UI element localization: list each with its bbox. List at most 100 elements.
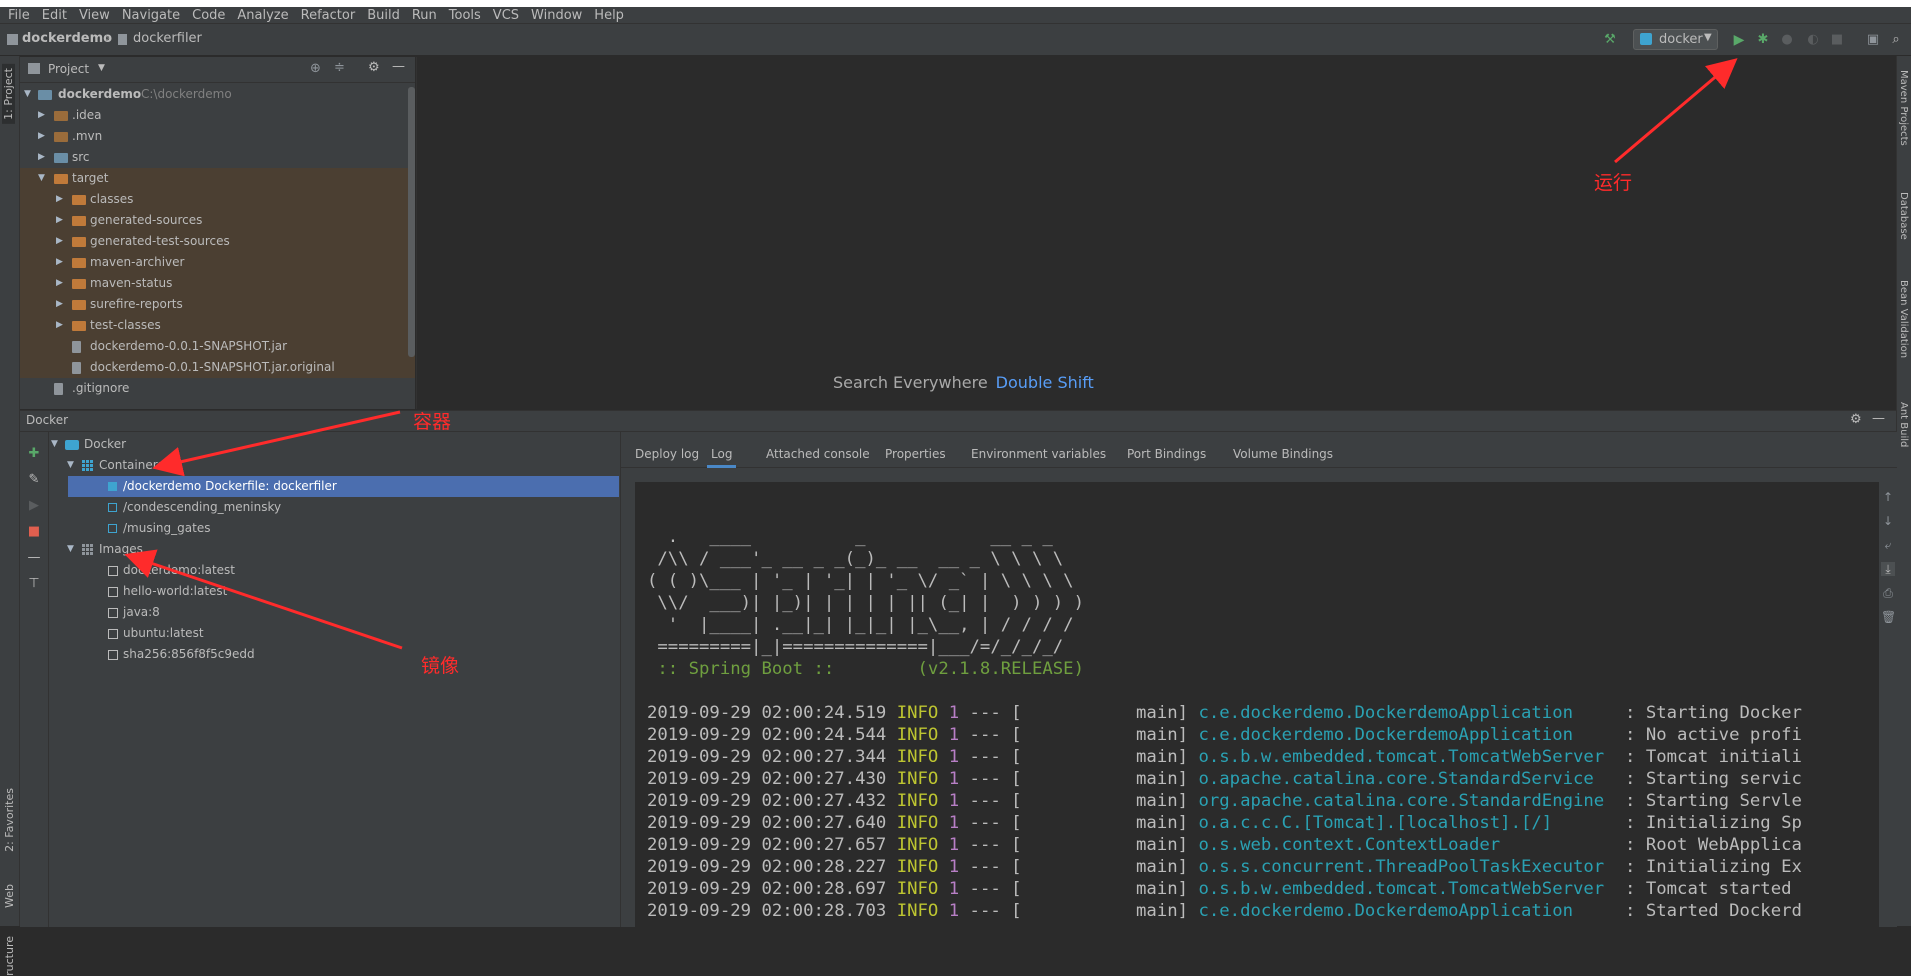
project-structure-icon[interactable]: ▣ xyxy=(1866,33,1880,47)
image-item[interactable]: dockerdemo:latest xyxy=(49,560,619,581)
image-item[interactable]: sha256:856f8f5c9edd xyxy=(49,644,619,665)
tab-log[interactable]: Log xyxy=(707,442,737,468)
collapse-arrow-icon[interactable]: ▶ xyxy=(56,294,66,315)
gear-icon[interactable]: ⚙ xyxy=(368,60,380,75)
print-icon[interactable]: ⎙ xyxy=(1881,586,1895,600)
project-scrollbar[interactable] xyxy=(408,87,415,357)
container-item[interactable]: /musing_gates xyxy=(49,518,619,539)
container-item[interactable]: /dockerdemo Dockerfile: dockerfiler xyxy=(68,476,619,497)
collapse-arrow-icon[interactable]: ▶ xyxy=(56,231,66,252)
tool-bean-validation-tab[interactable]: Bean Validation xyxy=(1898,280,1909,358)
tab-attached-console[interactable]: Attached console xyxy=(766,442,870,467)
tab-properties[interactable]: Properties xyxy=(885,442,946,467)
tree-item[interactable]: ▼ target xyxy=(20,168,415,189)
tree-item[interactable]: ▶ .mvn xyxy=(20,126,415,147)
tool-maven-tab[interactable]: Maven Projects xyxy=(1898,70,1909,146)
tab-environment-variables[interactable]: Environment variables xyxy=(971,442,1106,467)
tool-database-tab[interactable]: Database xyxy=(1898,192,1909,240)
collapse-arrow-icon[interactable]: ▶ xyxy=(38,105,48,126)
menu-item-navigate[interactable]: Navigate xyxy=(116,8,186,24)
tree-item[interactable]: dockerdemo-0.0.1-SNAPSHOT.jar.original xyxy=(20,357,415,378)
tree-item[interactable]: ▶ classes xyxy=(20,189,415,210)
menu-item-window[interactable]: Window xyxy=(525,8,588,24)
tree-item[interactable]: ▶ maven-archiver xyxy=(20,252,415,273)
container-item[interactable]: /condescending_meninsky xyxy=(49,497,619,518)
tree-item[interactable]: ▶ src xyxy=(20,147,415,168)
profile-icon[interactable]: ◐ xyxy=(1806,33,1820,47)
tree-item[interactable]: ▶ generated-sources xyxy=(20,210,415,231)
search-icon[interactable]: ⌕ xyxy=(1889,33,1903,47)
tree-item[interactable]: ▶ generated-test-sources xyxy=(20,231,415,252)
expand-arrow-icon[interactable]: ▼ xyxy=(38,168,48,189)
delete-icon[interactable]: — xyxy=(27,551,41,565)
gear-icon[interactable]: ⚙ xyxy=(1850,412,1862,427)
tab-volume-bindings[interactable]: Volume Bindings xyxy=(1233,442,1333,467)
tree-root[interactable]: ▼ dockerdemo C:\dockerdemo xyxy=(20,84,415,105)
collapse-arrow-icon[interactable]: ▶ xyxy=(38,126,48,147)
containers-node[interactable]: ▼ Containers xyxy=(49,455,619,476)
collapse-arrow-icon[interactable]: ▶ xyxy=(56,210,66,231)
image-item[interactable]: hello-world:latest xyxy=(49,581,619,602)
trash-icon[interactable]: 🗑 xyxy=(1881,610,1896,624)
menu-item-vcs[interactable]: VCS xyxy=(487,8,525,24)
menu-item-analyze[interactable]: Analyze xyxy=(231,8,294,24)
soft-wrap-icon[interactable]: ⤶ xyxy=(1881,538,1895,552)
scroll-to-end-icon[interactable]: ⤓ xyxy=(1881,562,1895,576)
collapse-arrow-icon[interactable]: ▶ xyxy=(56,315,66,336)
deploy-icon[interactable]: ✚ xyxy=(27,447,41,461)
menu-item-refactor[interactable]: Refactor xyxy=(295,8,362,24)
tab-port-bindings[interactable]: Port Bindings xyxy=(1127,442,1206,467)
run-configuration-select[interactable]: docker ▼ xyxy=(1633,29,1718,50)
hide-icon[interactable]: — xyxy=(392,59,405,74)
menu-item-file[interactable]: File xyxy=(2,8,36,24)
menu-item-view[interactable]: View xyxy=(73,8,116,24)
collapse-arrow-icon[interactable]: ▶ xyxy=(56,252,66,273)
scroll-up-icon[interactable]: ↑ xyxy=(1881,490,1895,504)
menu-item-tools[interactable]: Tools xyxy=(443,8,487,24)
menu-item-code[interactable]: Code xyxy=(186,8,231,24)
tool-favorites-tab[interactable]: 2: Favorites xyxy=(3,788,16,852)
menu-item-build[interactable]: Build xyxy=(361,8,406,24)
start-container-icon[interactable]: ▶ xyxy=(27,499,41,513)
tool-project-tab[interactable]: 1: Project xyxy=(2,64,15,124)
chevron-down-icon[interactable]: ▼ xyxy=(98,63,105,73)
collapse-arrow-icon[interactable]: ▶ xyxy=(56,273,66,294)
docker-root[interactable]: ▼ Docker xyxy=(49,434,619,455)
hide-icon[interactable]: — xyxy=(1872,411,1885,426)
menu-item-help[interactable]: Help xyxy=(588,8,630,24)
tool-structure-tab[interactable]: ructure xyxy=(3,936,16,976)
log-pid: 1 xyxy=(948,813,960,833)
breadcrumb-project[interactable]: dockerdemo xyxy=(22,31,112,46)
stop-container-icon[interactable]: ■ xyxy=(27,525,41,539)
tree-item[interactable]: ▶ surefire-reports xyxy=(20,294,415,315)
collapse-all-icon[interactable]: ≑ xyxy=(334,60,345,75)
locate-icon[interactable]: ⊕ xyxy=(310,61,321,76)
tab-deploy-log[interactable]: Deploy log xyxy=(635,442,699,467)
project-folder-icon xyxy=(7,34,18,45)
tool-ant-build-tab[interactable]: Ant Build xyxy=(1898,402,1909,447)
edit-icon[interactable]: ✎ xyxy=(27,473,41,487)
tree-item[interactable]: dockerdemo-0.0.1-SNAPSHOT.jar xyxy=(20,336,415,357)
collapse-arrow-icon[interactable]: ▶ xyxy=(56,189,66,210)
menu-item-run[interactable]: Run xyxy=(406,8,443,24)
scroll-down-icon[interactable]: ↓ xyxy=(1881,514,1895,528)
tool-web-tab[interactable]: Web xyxy=(3,884,16,908)
breadcrumb-file[interactable]: dockerfiler xyxy=(133,31,202,46)
image-item[interactable]: java:8 xyxy=(49,602,619,623)
filter-icon[interactable]: ⊤ xyxy=(27,577,41,591)
image-item[interactable]: ubuntu:latest xyxy=(49,623,619,644)
stop-icon[interactable]: ■ xyxy=(1830,33,1844,47)
menu-item-edit[interactable]: Edit xyxy=(36,8,73,24)
tree-item[interactable]: .gitignore xyxy=(20,378,415,399)
tree-item[interactable]: ▶ test-classes xyxy=(20,315,415,336)
coverage-icon[interactable]: ● xyxy=(1780,33,1794,47)
debug-bug-icon[interactable]: ✱ xyxy=(1756,33,1770,47)
tree-item[interactable]: ▶ .idea xyxy=(20,105,415,126)
run-button[interactable]: ▶ xyxy=(1732,33,1746,47)
log-console[interactable]: . ____ _ __ _ _ /\\ / ___'_ __ _ _(_)_ _… xyxy=(635,482,1879,927)
project-panel-title[interactable]: Project xyxy=(48,62,89,76)
tree-item[interactable]: ▶ maven-status xyxy=(20,273,415,294)
build-hammer-icon[interactable]: ⚒ xyxy=(1603,33,1617,47)
images-node[interactable]: ▼ Images xyxy=(49,539,619,560)
collapse-arrow-icon[interactable]: ▶ xyxy=(38,147,48,168)
